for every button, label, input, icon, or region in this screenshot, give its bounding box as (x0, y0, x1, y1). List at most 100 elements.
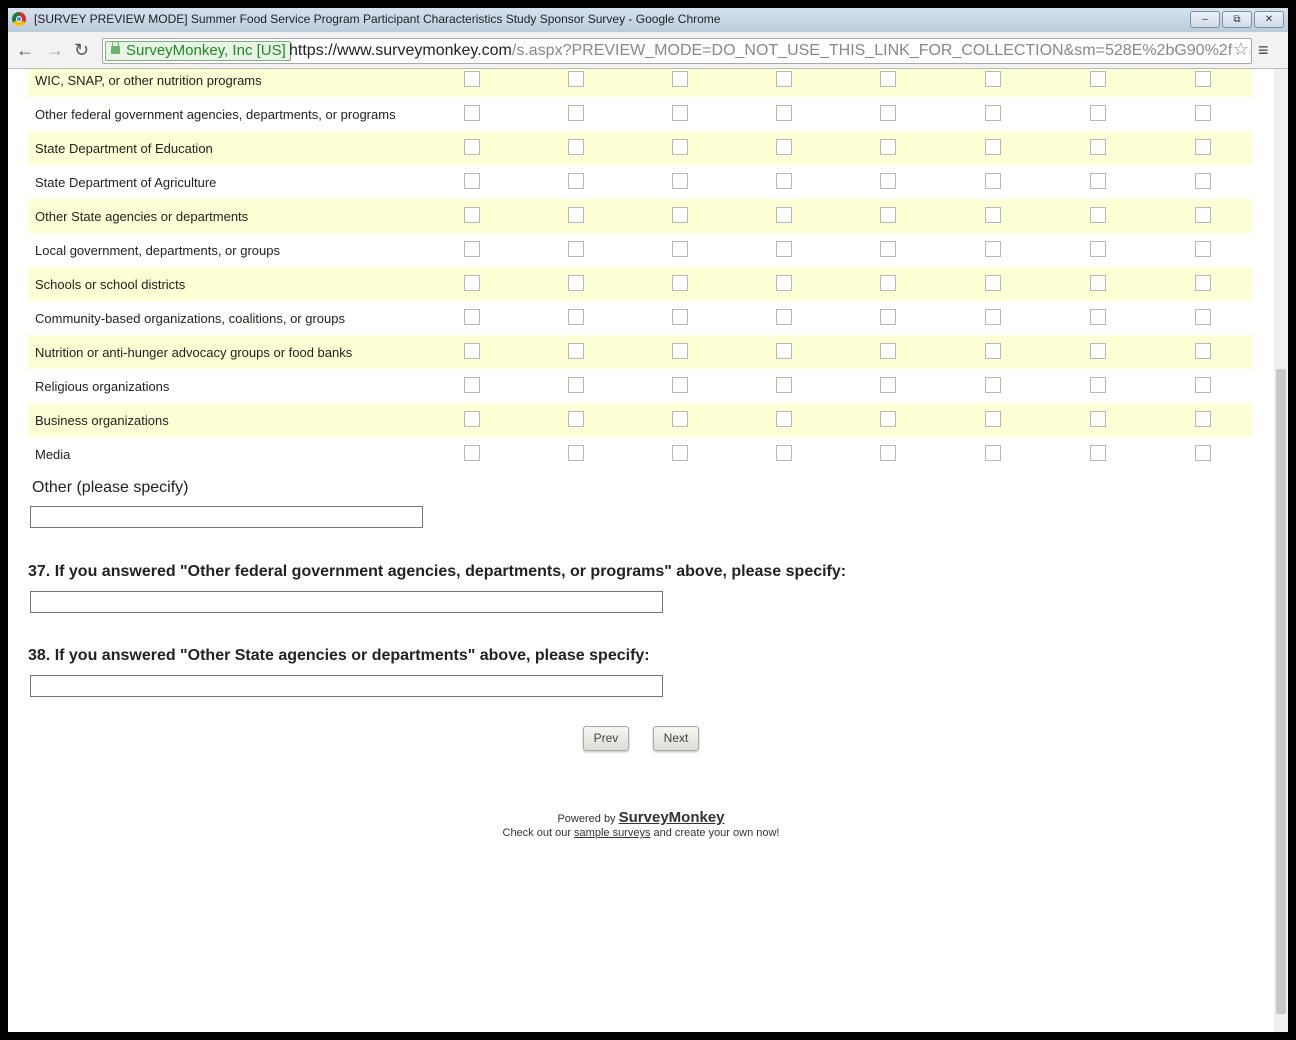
checkbox[interactable] (568, 207, 584, 223)
checkbox[interactable] (672, 207, 688, 223)
checkbox[interactable] (672, 173, 688, 189)
checkbox[interactable] (1090, 71, 1106, 87)
checkbox[interactable] (464, 309, 480, 325)
chrome-menu-icon[interactable]: ≡ (1258, 40, 1269, 61)
checkbox[interactable] (672, 139, 688, 155)
checkbox[interactable] (776, 275, 792, 291)
checkbox[interactable] (880, 377, 896, 393)
checkbox[interactable] (568, 71, 584, 87)
checkbox[interactable] (464, 241, 480, 257)
checkbox[interactable] (1195, 207, 1211, 223)
checkbox[interactable] (672, 241, 688, 257)
checkbox[interactable] (776, 411, 792, 427)
checkbox[interactable] (880, 105, 896, 121)
forward-icon[interactable]: → (46, 40, 64, 61)
checkbox[interactable] (776, 309, 792, 325)
checkbox[interactable] (1195, 275, 1211, 291)
checkbox[interactable] (776, 207, 792, 223)
checkbox[interactable] (985, 139, 1001, 155)
checkbox[interactable] (568, 241, 584, 257)
checkbox[interactable] (880, 445, 896, 461)
scrollbar-thumb[interactable] (1276, 369, 1286, 1014)
checkbox[interactable] (568, 377, 584, 393)
checkbox[interactable] (985, 71, 1001, 87)
checkbox[interactable] (464, 71, 480, 87)
other-specify-input[interactable] (30, 506, 423, 528)
checkbox[interactable] (464, 377, 480, 393)
checkbox[interactable] (1195, 309, 1211, 325)
checkbox[interactable] (880, 309, 896, 325)
checkbox[interactable] (672, 71, 688, 87)
checkbox[interactable] (568, 343, 584, 359)
checkbox[interactable] (1090, 445, 1106, 461)
checkbox[interactable] (880, 173, 896, 189)
address-bar[interactable]: SurveyMonkey, Inc [US] https://www.surve… (102, 38, 1252, 64)
checkbox[interactable] (464, 139, 480, 155)
checkbox[interactable] (1090, 207, 1106, 223)
checkbox[interactable] (464, 207, 480, 223)
checkbox[interactable] (1195, 377, 1211, 393)
bookmark-star-icon[interactable]: ☆ (1232, 39, 1249, 60)
question-38-input[interactable] (30, 675, 663, 697)
checkbox[interactable] (985, 207, 1001, 223)
checkbox[interactable] (776, 173, 792, 189)
checkbox[interactable] (464, 445, 480, 461)
checkbox[interactable] (464, 173, 480, 189)
checkbox[interactable] (985, 309, 1001, 325)
surveymonkey-link[interactable]: SurveyMonkey (619, 809, 725, 826)
close-button[interactable]: ✕ (1254, 11, 1284, 28)
checkbox[interactable] (1090, 173, 1106, 189)
checkbox[interactable] (1090, 411, 1106, 427)
ev-certificate-badge[interactable]: SurveyMonkey, Inc [US] (105, 41, 291, 61)
checkbox[interactable] (776, 71, 792, 87)
next-button[interactable]: Next (653, 726, 699, 751)
checkbox[interactable] (1090, 241, 1106, 257)
minimize-button[interactable]: – (1190, 11, 1220, 28)
checkbox[interactable] (985, 105, 1001, 121)
question-37-input[interactable] (30, 591, 663, 613)
checkbox[interactable] (1090, 343, 1106, 359)
checkbox[interactable] (672, 411, 688, 427)
checkbox[interactable] (985, 445, 1001, 461)
checkbox[interactable] (1195, 71, 1211, 87)
checkbox[interactable] (880, 411, 896, 427)
checkbox[interactable] (568, 411, 584, 427)
checkbox[interactable] (568, 275, 584, 291)
checkbox[interactable] (672, 445, 688, 461)
prev-button[interactable]: Prev (583, 726, 629, 751)
checkbox[interactable] (985, 275, 1001, 291)
checkbox[interactable] (568, 309, 584, 325)
checkbox[interactable] (464, 105, 480, 121)
checkbox[interactable] (672, 343, 688, 359)
checkbox[interactable] (1195, 139, 1211, 155)
checkbox[interactable] (776, 139, 792, 155)
checkbox[interactable] (1090, 139, 1106, 155)
checkbox[interactable] (672, 275, 688, 291)
checkbox[interactable] (880, 343, 896, 359)
checkbox[interactable] (776, 105, 792, 121)
checkbox[interactable] (985, 411, 1001, 427)
checkbox[interactable] (1090, 105, 1106, 121)
checkbox[interactable] (1195, 411, 1211, 427)
checkbox[interactable] (464, 411, 480, 427)
checkbox[interactable] (880, 207, 896, 223)
checkbox[interactable] (776, 445, 792, 461)
sample-surveys-link[interactable]: sample surveys (574, 827, 650, 839)
checkbox[interactable] (985, 343, 1001, 359)
vertical-scrollbar[interactable] (1274, 69, 1288, 1032)
checkbox[interactable] (568, 139, 584, 155)
checkbox[interactable] (985, 173, 1001, 189)
checkbox[interactable] (880, 139, 896, 155)
checkbox[interactable] (568, 445, 584, 461)
checkbox[interactable] (1195, 173, 1211, 189)
checkbox[interactable] (1090, 377, 1106, 393)
checkbox[interactable] (880, 275, 896, 291)
checkbox[interactable] (985, 377, 1001, 393)
checkbox[interactable] (880, 241, 896, 257)
checkbox[interactable] (568, 173, 584, 189)
checkbox[interactable] (1090, 309, 1106, 325)
checkbox[interactable] (776, 377, 792, 393)
checkbox[interactable] (1090, 275, 1106, 291)
checkbox[interactable] (985, 241, 1001, 257)
checkbox[interactable] (464, 275, 480, 291)
